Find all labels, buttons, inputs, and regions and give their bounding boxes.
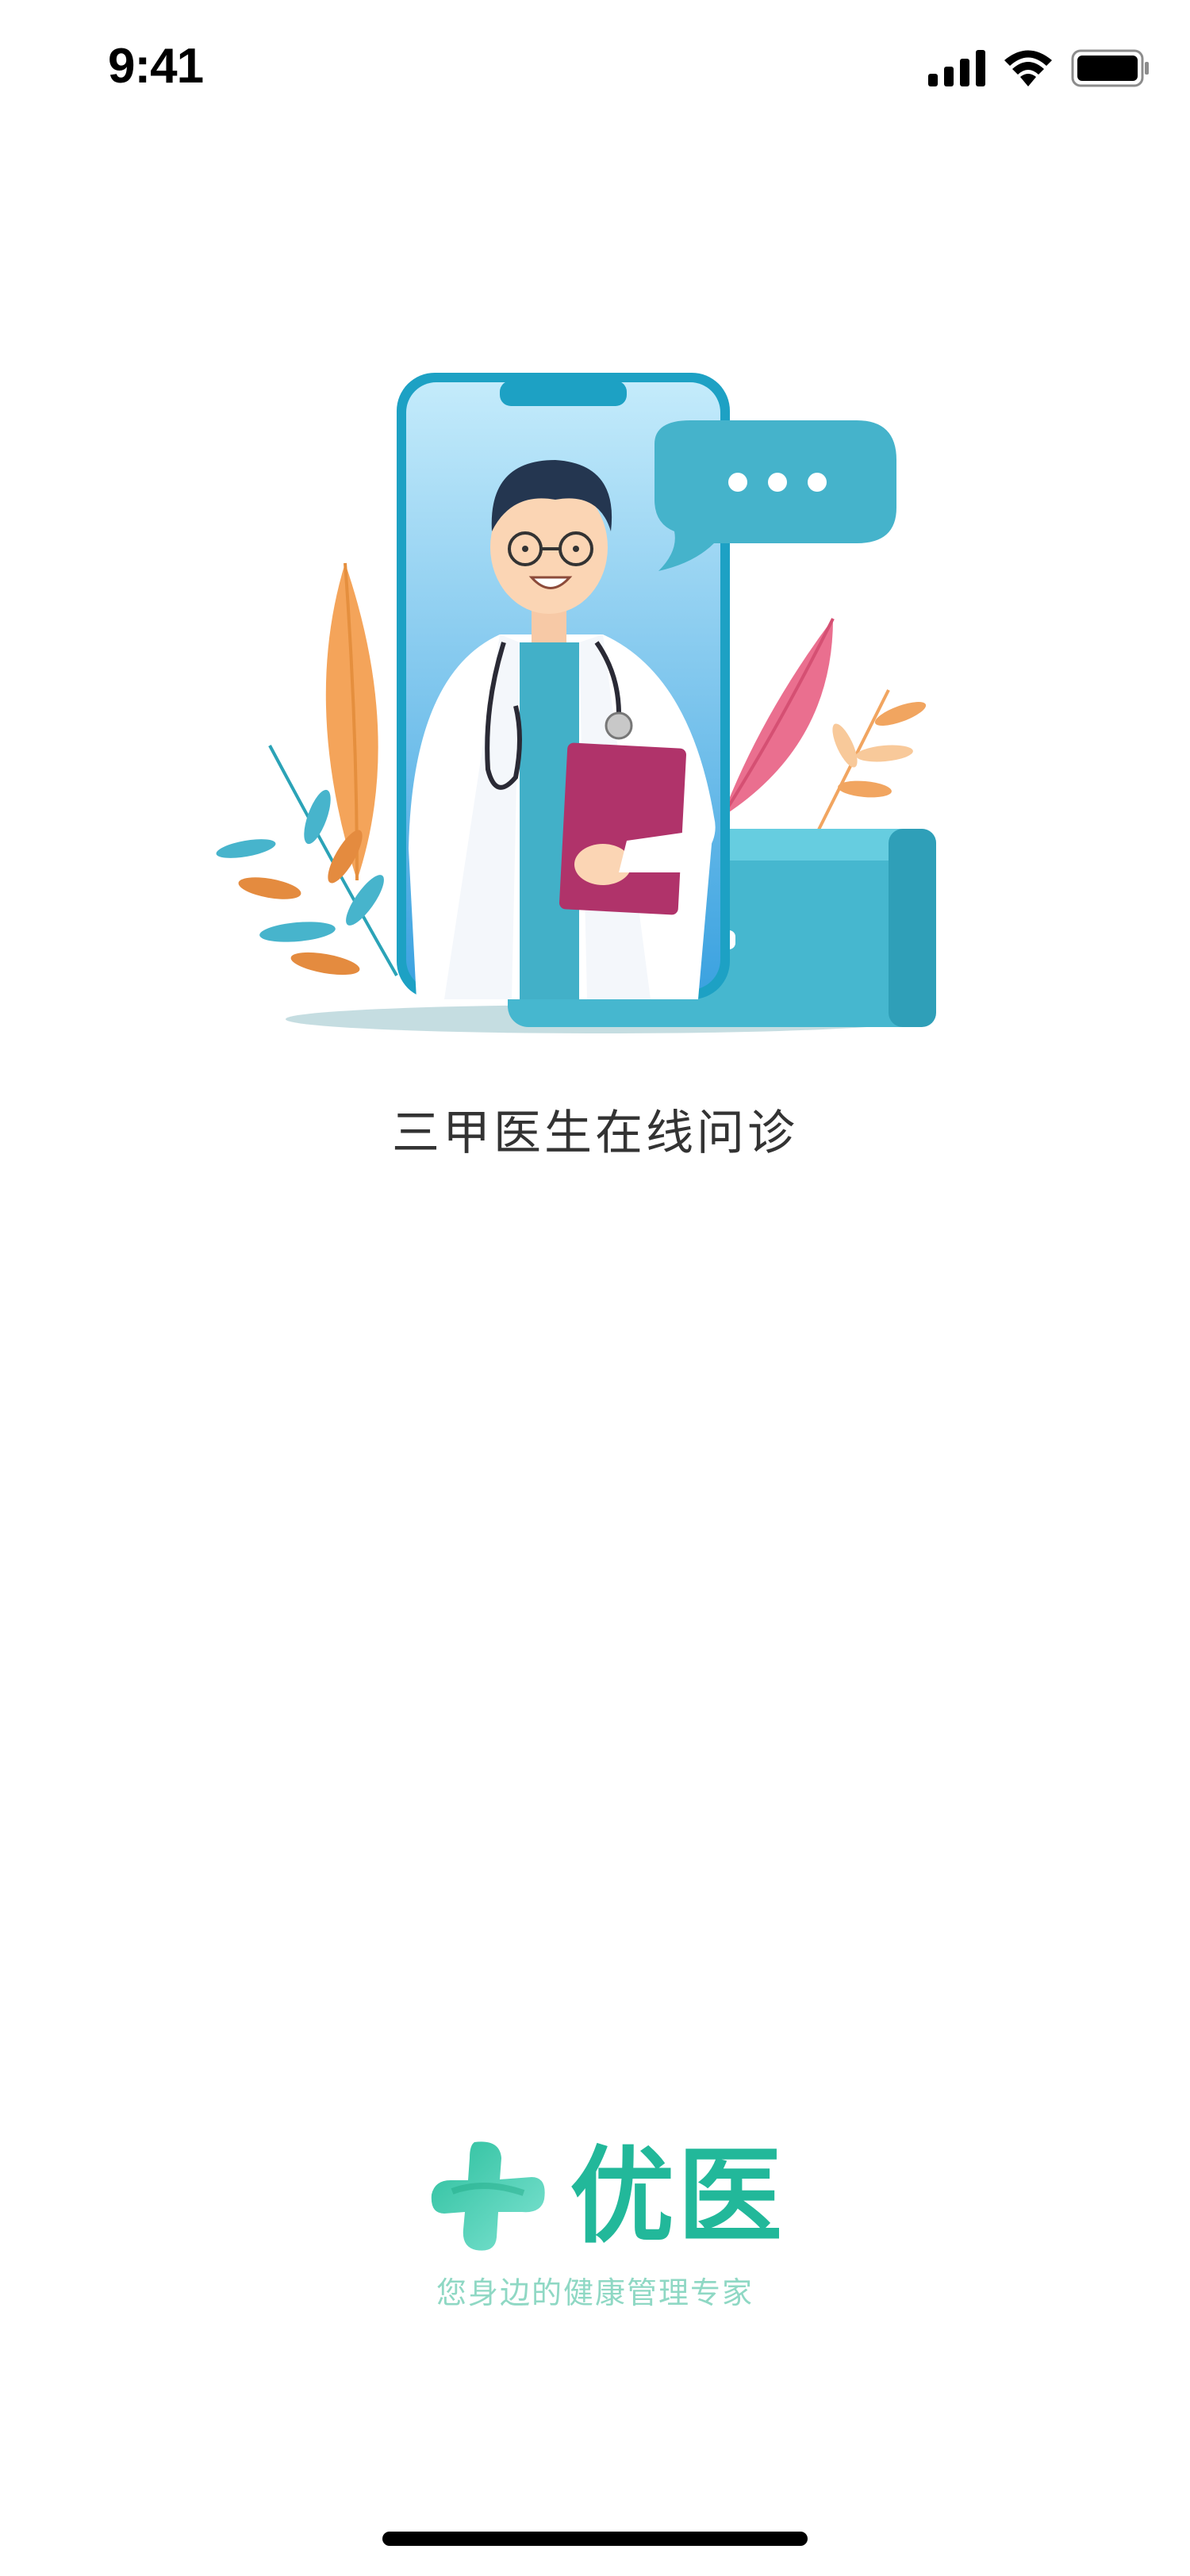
battery-icon xyxy=(1071,49,1150,90)
brand-logo: 优医 xyxy=(428,2133,785,2260)
peach-branch-icon xyxy=(808,689,927,849)
chat-bubble-icon xyxy=(654,420,896,571)
status-time: 9:41 xyxy=(108,39,204,94)
cellular-signal-icon xyxy=(928,50,985,90)
doctor-consultation-illustration xyxy=(206,373,984,1039)
home-indicator[interactable] xyxy=(382,2532,808,2546)
status-bar: 9:41 xyxy=(0,0,1190,143)
brand-name: 优医 xyxy=(570,2136,785,2258)
orange-leaf-icon xyxy=(325,562,378,881)
brand-slogan: 您身边的健康管理专家 xyxy=(436,2275,754,2310)
pink-leaf-icon xyxy=(720,618,835,818)
wifi-icon xyxy=(1003,50,1054,90)
status-icons xyxy=(928,48,1150,92)
medical-cross-logo-icon xyxy=(428,2136,547,2258)
tagline-text: 三甲医生在线问诊 xyxy=(392,1106,798,1161)
